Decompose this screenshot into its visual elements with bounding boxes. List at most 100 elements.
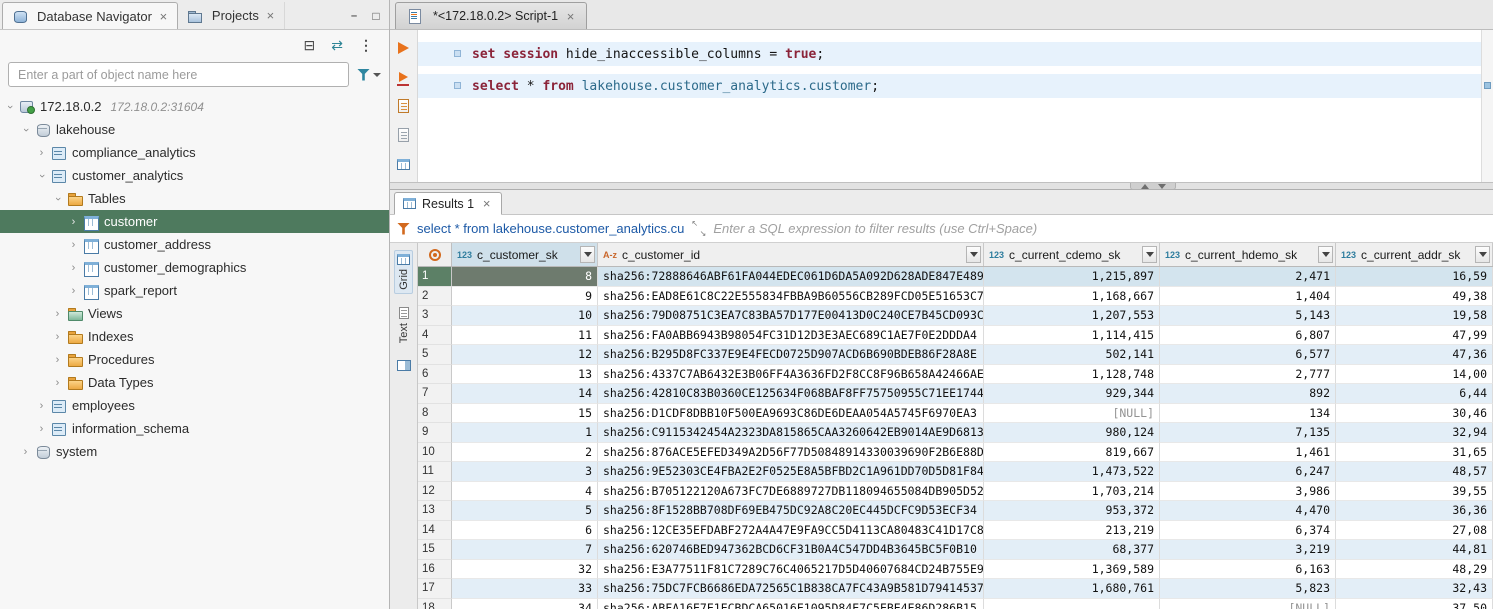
cell[interactable]: 6,247	[1160, 462, 1336, 482]
tab-text-view[interactable]: Text	[396, 304, 412, 346]
cell[interactable]: 32	[452, 560, 598, 580]
cell[interactable]: sha256:42810C83B0360CE125634F068BAF8FF75…	[598, 384, 984, 404]
sql-editor[interactable]: set session hide_inaccessible_columns = …	[418, 30, 1481, 182]
tree-item-system[interactable]: system	[0, 440, 389, 463]
tree-item-lakehouse[interactable]: lakehouse	[0, 118, 389, 141]
sort-dropdown-icon[interactable]	[1318, 246, 1333, 263]
execute-script-button[interactable]	[394, 97, 414, 115]
expand-filter-icon[interactable]	[691, 221, 706, 236]
cell[interactable]: 4	[452, 482, 598, 502]
cell[interactable]: 37,50	[1336, 599, 1493, 609]
tree-item-customer-analytics[interactable]: customer_analytics	[0, 164, 389, 187]
cell[interactable]: 1,703,214	[984, 482, 1160, 502]
chevron-down-icon[interactable]	[18, 124, 33, 136]
splitter-collapse-control[interactable]	[1130, 183, 1176, 190]
filter-input-placeholder[interactable]: Enter a SQL expression to filter results…	[713, 221, 1037, 236]
chevron-right-icon[interactable]	[66, 285, 81, 297]
cell[interactable]: sha256:B295D8FC337E9E4FECD0725D907ACD6B6…	[598, 345, 984, 365]
execute-new-tab-button[interactable]	[394, 68, 414, 86]
row-number[interactable]: 14	[418, 521, 452, 541]
cell[interactable]	[984, 599, 1160, 609]
tree-item-172.18.0.2[interactable]: 172.18.0.2172.18.0.2:31604	[0, 95, 389, 118]
tab-database-navigator[interactable]: Database Navigator	[2, 2, 178, 29]
cell[interactable]: sha256:D1CDF8DBB10F500EA9693C86DE6DEAA05…	[598, 404, 984, 424]
sort-dropdown-icon[interactable]	[966, 246, 981, 263]
chevron-right-icon[interactable]	[34, 400, 49, 412]
cell[interactable]: 12	[452, 345, 598, 365]
filter-funnel-icon[interactable]	[357, 69, 381, 81]
close-icon[interactable]	[264, 8, 277, 23]
cell[interactable]: sha256:E3A77511F81C7289C76C4065217D5D406…	[598, 560, 984, 580]
cell[interactable]: 1,207,553	[984, 306, 1160, 326]
cell[interactable]: 6,374	[1160, 521, 1336, 541]
cell[interactable]: 6,44	[1336, 384, 1493, 404]
tree-item-indexes[interactable]: Indexes	[0, 325, 389, 348]
cell[interactable]: 1,461	[1160, 443, 1336, 463]
row-number[interactable]: 6	[418, 365, 452, 385]
cell[interactable]: 1	[452, 423, 598, 443]
cell[interactable]: 10	[452, 306, 598, 326]
tree-item-spark-report[interactable]: spark_report	[0, 279, 389, 302]
tree-item-customer[interactable]: customer	[0, 210, 389, 233]
cell[interactable]: 819,667	[984, 443, 1160, 463]
cell[interactable]: 2	[452, 443, 598, 463]
cell[interactable]: 27,08	[1336, 521, 1493, 541]
maximize-view-icon[interactable]	[367, 7, 385, 25]
close-icon[interactable]	[480, 196, 493, 211]
cell[interactable]: 48,29	[1336, 560, 1493, 580]
row-number[interactable]: 8	[418, 404, 452, 424]
cell[interactable]: 32,43	[1336, 579, 1493, 599]
cell[interactable]: 1,404	[1160, 287, 1336, 307]
filter-query-text[interactable]: select * from lakehouse.customer_analyti…	[417, 221, 684, 236]
cell[interactable]: 980,124	[984, 423, 1160, 443]
cell[interactable]: 19,58	[1336, 306, 1493, 326]
sort-dropdown-icon[interactable]	[1475, 246, 1490, 263]
cell[interactable]: 1,114,415	[984, 326, 1160, 346]
close-icon[interactable]	[564, 9, 577, 24]
cell[interactable]: 1,680,761	[984, 579, 1160, 599]
cell[interactable]: 6,163	[1160, 560, 1336, 580]
row-number[interactable]: 13	[418, 501, 452, 521]
cell[interactable]: 134	[1160, 404, 1336, 424]
cell[interactable]: sha256:79D08751C3EA7C83BA57D177E00413D0C…	[598, 306, 984, 326]
cell[interactable]: [NULL]	[984, 404, 1160, 424]
cell[interactable]: 30,46	[1336, 404, 1493, 424]
chevron-right-icon[interactable]	[34, 423, 49, 435]
chevron-right-icon[interactable]	[50, 354, 65, 366]
tab-results-1[interactable]: Results 1	[394, 192, 502, 215]
cell[interactable]: sha256:12CE35EFDABF272A4A47E9FA9CC5D4113…	[598, 521, 984, 541]
overview-ruler[interactable]	[1481, 30, 1493, 182]
row-number[interactable]: 5	[418, 345, 452, 365]
grid-corner-cell[interactable]	[418, 243, 452, 266]
tree-item-data-types[interactable]: Data Types	[0, 371, 389, 394]
collapse-all-icon[interactable]	[304, 37, 316, 54]
chevron-down-icon[interactable]	[34, 170, 49, 182]
tab-projects[interactable]: Projects	[178, 2, 285, 29]
row-number[interactable]: 17	[418, 579, 452, 599]
sql-statement[interactable]: select * from lakehouse.customer_analyti…	[418, 74, 1481, 98]
chevron-right-icon[interactable]	[50, 377, 65, 389]
cell[interactable]: 39,55	[1336, 482, 1493, 502]
cell[interactable]: 34	[452, 599, 598, 609]
cell[interactable]: 7,135	[1160, 423, 1336, 443]
row-number[interactable]: 11	[418, 462, 452, 482]
column-header-c_customer_sk[interactable]: 123c_customer_sk	[452, 243, 598, 266]
tree-item-procedures[interactable]: Procedures	[0, 348, 389, 371]
row-number[interactable]: 1	[418, 267, 452, 287]
cell[interactable]: 2,777	[1160, 365, 1336, 385]
show-grid-panel-button[interactable]	[394, 155, 414, 173]
cell[interactable]: 3,219	[1160, 540, 1336, 560]
cell[interactable]: 14,00	[1336, 365, 1493, 385]
tree-item-tables[interactable]: Tables	[0, 187, 389, 210]
row-number[interactable]: 12	[418, 482, 452, 502]
cell[interactable]: sha256:B705122120A673FC7DE6889727DB11809…	[598, 482, 984, 502]
cell[interactable]: 502,141	[984, 345, 1160, 365]
cell[interactable]: 892	[1160, 384, 1336, 404]
sort-dropdown-icon[interactable]	[580, 246, 595, 263]
tab-sql-script[interactable]: *<172.18.0.2> Script-1	[395, 2, 587, 29]
cell[interactable]: 5	[452, 501, 598, 521]
column-header-c_current_hdemo_sk[interactable]: 123c_current_hdemo_sk	[1160, 243, 1336, 266]
sql-statement[interactable]: set session hide_inaccessible_columns = …	[418, 42, 1481, 66]
execute-statement-button[interactable]	[394, 39, 414, 57]
row-number[interactable]: 9	[418, 423, 452, 443]
